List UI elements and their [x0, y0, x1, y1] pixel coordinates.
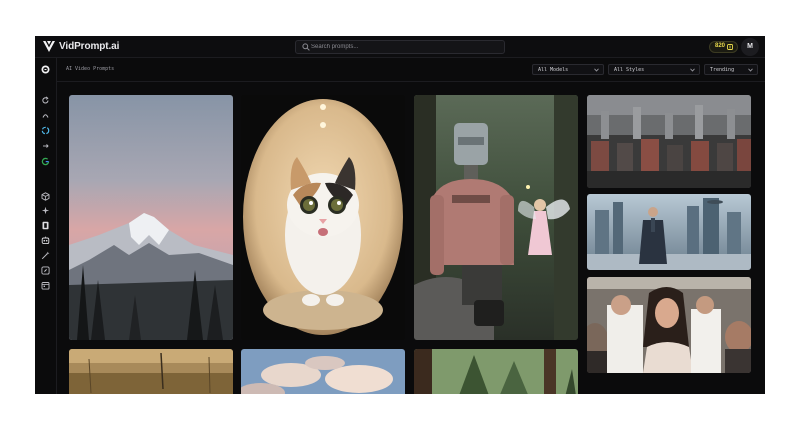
brand-name[interactable]: VidPrompt.ai — [59, 41, 119, 52]
style-filter-select[interactable]: All Styles — [608, 64, 700, 75]
logo-icon[interactable] — [43, 40, 55, 53]
film-icon[interactable] — [41, 221, 50, 230]
filter-toolbar: AI Video Prompts All Models All Styles T… — [57, 58, 765, 82]
chevron-down-icon — [690, 68, 695, 72]
style-filter-value: All Styles — [614, 67, 645, 73]
gallery-card-medieval-army[interactable] — [587, 95, 751, 188]
sort-value: Trending — [710, 67, 735, 73]
model-filter-select[interactable]: All Models — [532, 64, 604, 75]
gallery-card-sci-fi-city-man[interactable] — [587, 194, 751, 270]
reload-icon[interactable] — [41, 96, 50, 105]
coin-icon — [727, 44, 733, 50]
compass-icon[interactable] — [41, 266, 50, 275]
model-filter-value: All Models — [538, 67, 569, 73]
section-title: AI Video Prompts — [66, 66, 115, 72]
cube-icon[interactable] — [41, 192, 50, 201]
sparkle-icon[interactable] — [41, 206, 50, 215]
gallery-card-robot-and-fairy[interactable] — [414, 95, 578, 340]
gallery-card-pine-forest[interactable] — [414, 349, 578, 394]
openai-icon[interactable] — [41, 126, 50, 135]
prompt-gallery — [57, 83, 765, 394]
arc-icon[interactable] — [41, 111, 50, 120]
google-icon[interactable] — [41, 157, 50, 166]
chevron-down-icon — [748, 68, 753, 72]
gallery-card-dry-grass-field[interactable] — [69, 349, 233, 394]
search-box[interactable] — [295, 40, 505, 54]
home-icon[interactable] — [41, 65, 50, 74]
arrow-icon[interactable] — [41, 141, 50, 150]
gallery-card-woman-at-event[interactable] — [587, 277, 751, 373]
search-icon — [302, 43, 310, 51]
sort-select[interactable]: Trending — [704, 64, 758, 75]
credits-badge[interactable]: 820 — [709, 41, 738, 53]
wand-icon[interactable] — [41, 251, 50, 260]
app-window: VidPrompt.ai 820 M — [35, 36, 765, 394]
credits-count: 820 — [715, 43, 726, 49]
gallery-card-kitten-fisheye[interactable] — [241, 95, 405, 340]
top-bar: VidPrompt.ai 820 M — [35, 36, 765, 58]
calendar-icon[interactable] — [41, 281, 50, 290]
gallery-card-clouds-sky[interactable] — [241, 349, 405, 394]
search-input[interactable] — [311, 41, 496, 53]
gallery-card-snowy-mountain[interactable] — [69, 95, 233, 340]
chevron-down-icon — [594, 68, 599, 72]
sidebar — [35, 58, 57, 394]
robot-icon[interactable] — [41, 236, 50, 245]
user-avatar[interactable]: M — [741, 38, 759, 56]
